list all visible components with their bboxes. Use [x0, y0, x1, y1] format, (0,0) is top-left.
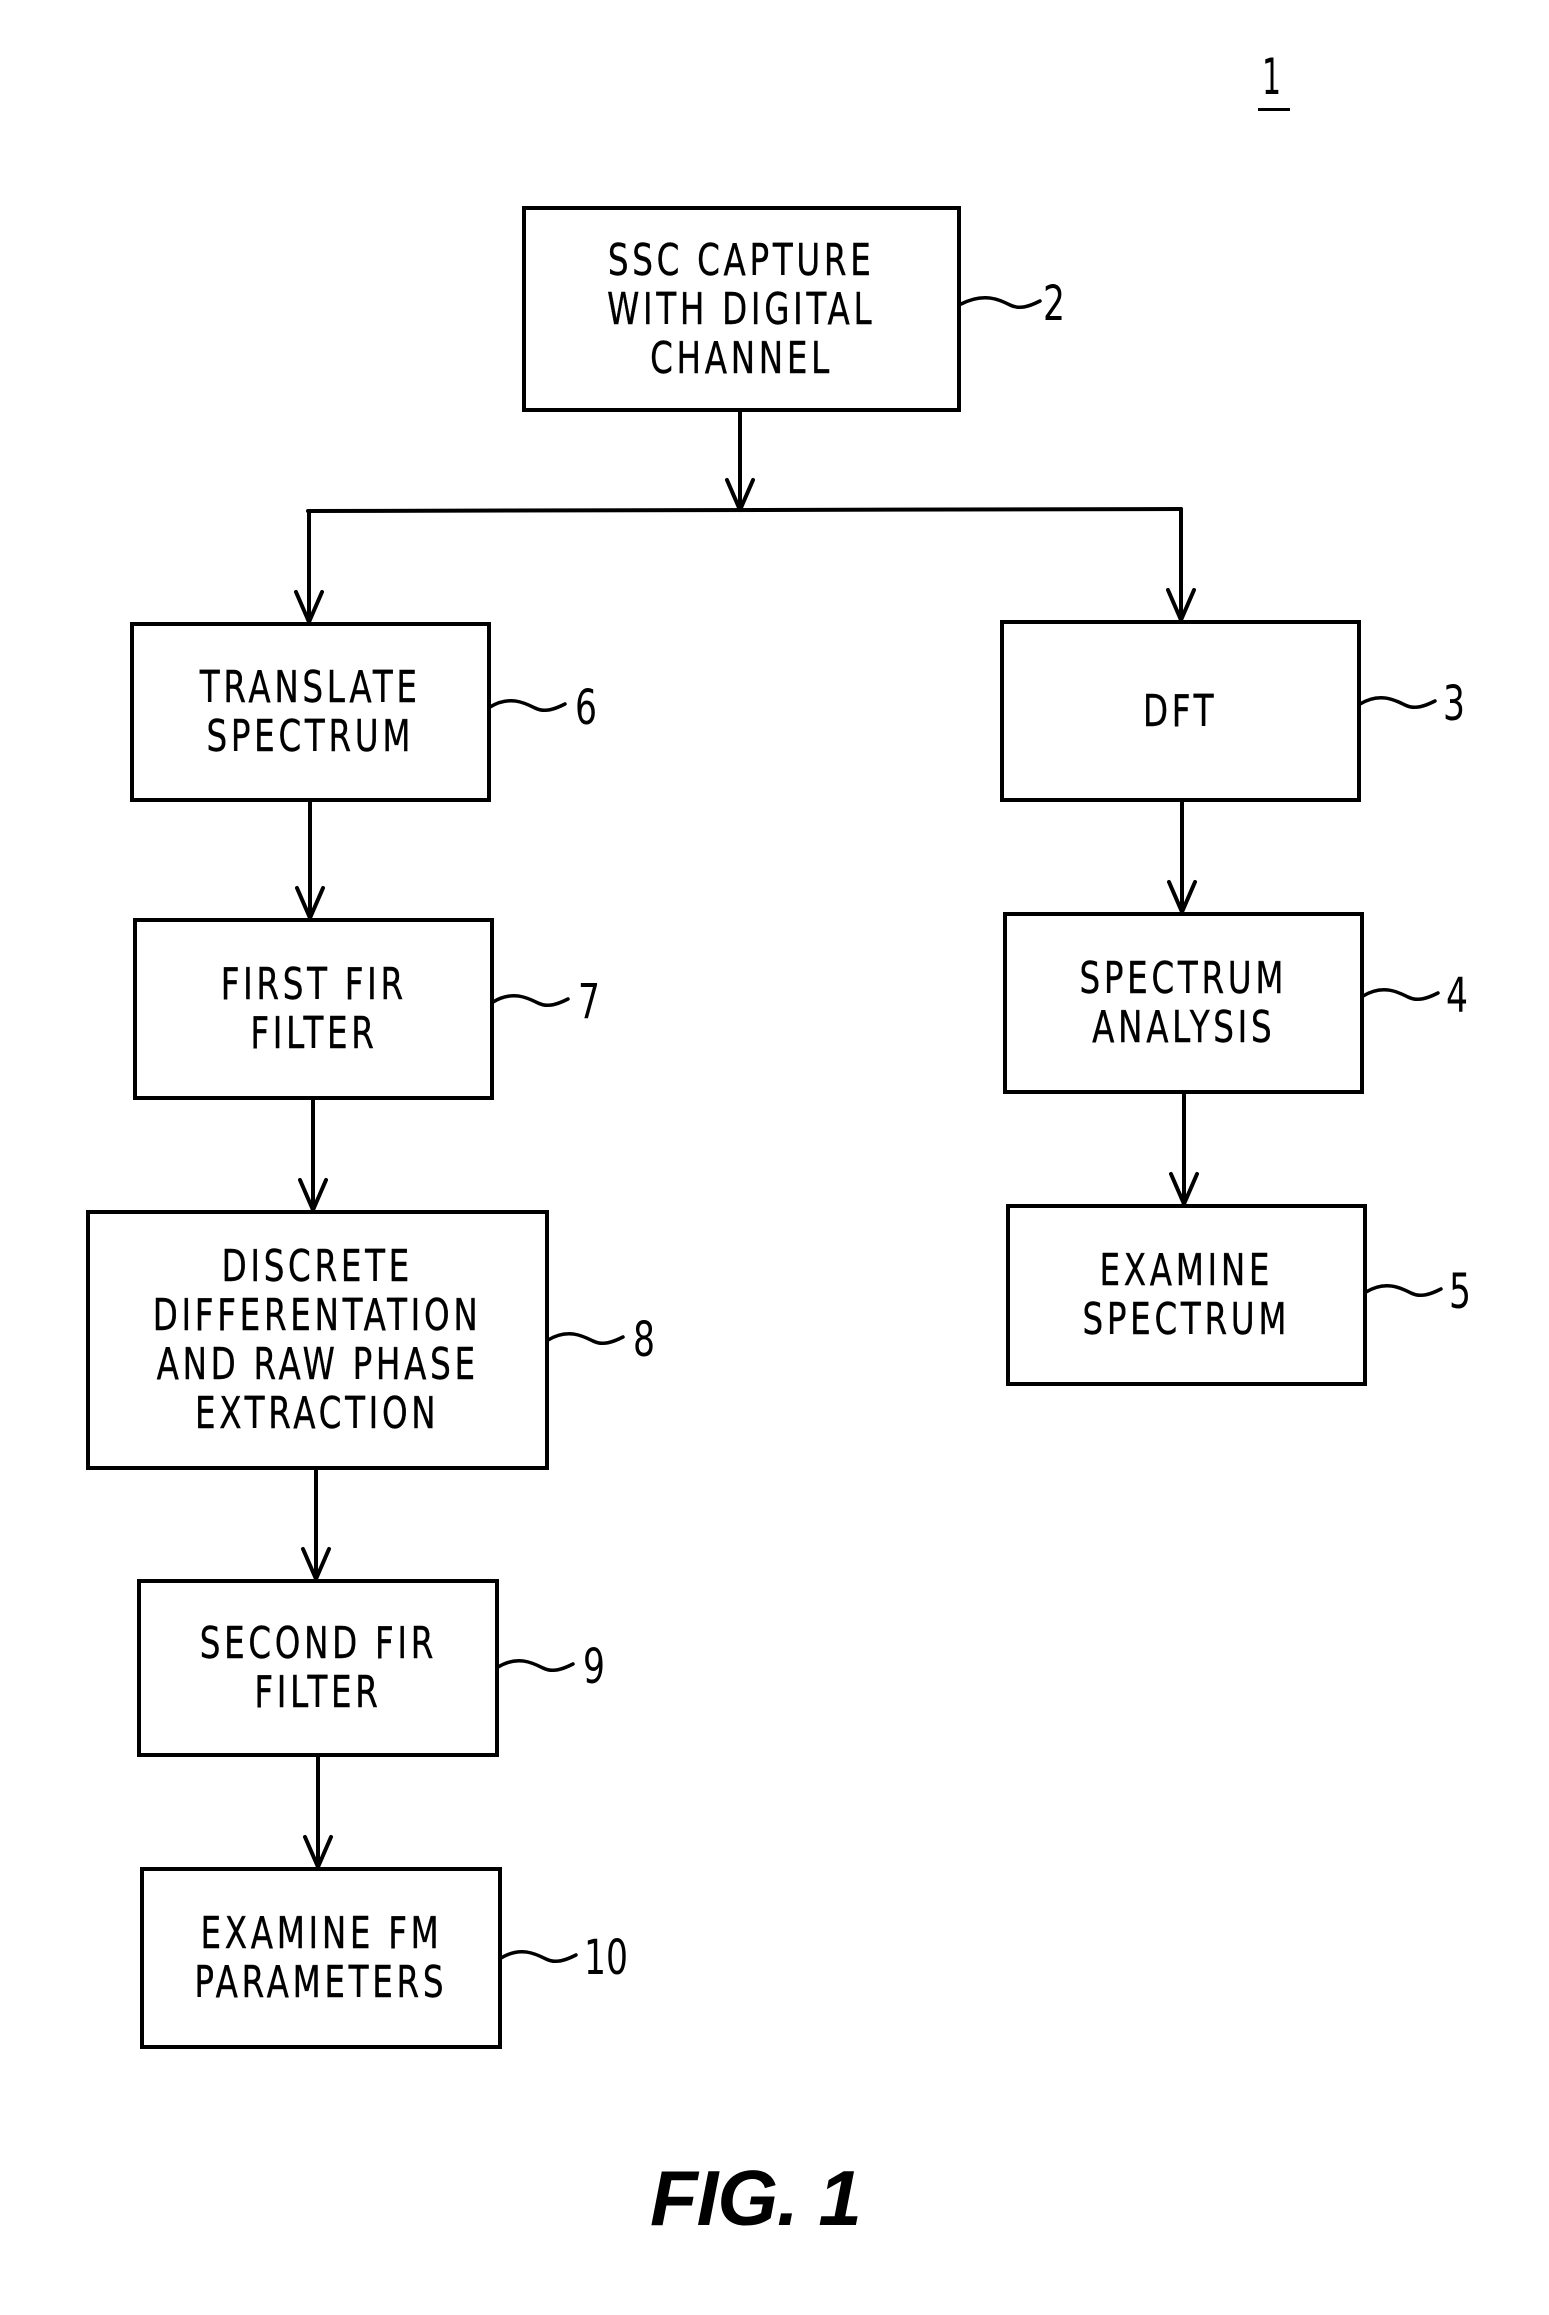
block-text-line: FIRST FIR — [220, 959, 407, 1010]
figure-caption: FIG. 1 — [650, 2154, 862, 2242]
ref-numeral: 8 — [633, 1312, 655, 1368]
ref-numeral: 10 — [584, 1930, 628, 1986]
block-text-line: ANALYSIS — [1091, 1002, 1276, 1053]
block-ssc-capture[interactable]: SSC CAPTURE WITH DIGITAL CHANNEL — [522, 206, 961, 412]
ref-numeral: 6 — [575, 680, 597, 736]
block-examine-fm-parameters[interactable]: EXAMINE FM PARAMETERS — [140, 1867, 502, 2049]
block-text-line: FILTER — [254, 1667, 382, 1718]
patent-figure: 1 SSC CAPTURE WITH DIGITAL CHANNEL 2 DFT… — [0, 0, 1549, 2315]
block-text-line: EXAMINE FM — [200, 1908, 442, 1959]
block-translate-spectrum[interactable]: TRANSLATE SPECTRUM — [130, 622, 491, 802]
block-text-line: AND RAW PHASE — [156, 1339, 479, 1390]
ref-numeral: 9 — [583, 1639, 605, 1695]
leader-tilde-9 — [496, 1658, 575, 1672]
leader-tilde-2 — [959, 295, 1042, 309]
block-text-line: DFT — [1143, 685, 1218, 737]
leader-tilde-10 — [499, 1949, 578, 1963]
leader-tilde-5 — [1364, 1283, 1443, 1297]
ref-numeral: 4 — [1446, 968, 1468, 1024]
block-text-line: CHANNEL — [650, 332, 833, 384]
block-text-line: EXTRACTION — [195, 1388, 440, 1439]
leader-tilde-8 — [546, 1331, 625, 1345]
block-text-line: DIFFERENTATION — [153, 1290, 482, 1341]
leader-tilde-7 — [491, 993, 570, 1007]
ref-numeral: 5 — [1449, 1264, 1471, 1320]
diagram-id-label: 1 — [1262, 48, 1282, 106]
block-text-line: DISCRETE — [221, 1241, 414, 1292]
block-text-line: SPECTRUM — [1079, 953, 1288, 1004]
block-text-line: FILTER — [249, 1008, 378, 1059]
ref-numeral: 3 — [1443, 676, 1465, 732]
diagram-id-underline — [1258, 108, 1290, 111]
block-text-line: EXAMINE — [1099, 1245, 1274, 1296]
block-discrete-differentation[interactable]: DISCRETE DIFFERENTATION AND RAW PHASE EX… — [86, 1210, 549, 1470]
block-text-line: SPECTRUM — [206, 711, 415, 762]
branch-line — [306, 507, 1183, 513]
block-examine-spectrum[interactable]: EXAMINE SPECTRUM — [1006, 1204, 1367, 1386]
block-second-fir-filter[interactable]: SECOND FIR FILTER — [137, 1579, 499, 1757]
block-first-fir-filter[interactable]: FIRST FIR FILTER — [133, 918, 494, 1100]
ref-numeral: 2 — [1043, 276, 1065, 332]
block-text-line: SECOND FIR — [199, 1618, 437, 1669]
block-text-line: PARAMETERS — [194, 1957, 448, 2008]
block-spectrum-analysis[interactable]: SPECTRUM ANALYSIS — [1003, 912, 1364, 1094]
block-text-line: SPECTRUM — [1082, 1294, 1291, 1345]
block-text-line: TRANSLATE — [200, 662, 421, 713]
block-text-line: SSC CAPTURE — [608, 234, 875, 286]
leader-tilde-3 — [1358, 695, 1437, 709]
ref-numeral: 7 — [578, 974, 600, 1030]
block-dft[interactable]: DFT — [1000, 620, 1361, 802]
leader-tilde-4 — [1361, 987, 1440, 1001]
leader-tilde-6 — [488, 698, 567, 712]
block-text-line: WITH DIGITAL — [607, 283, 876, 335]
